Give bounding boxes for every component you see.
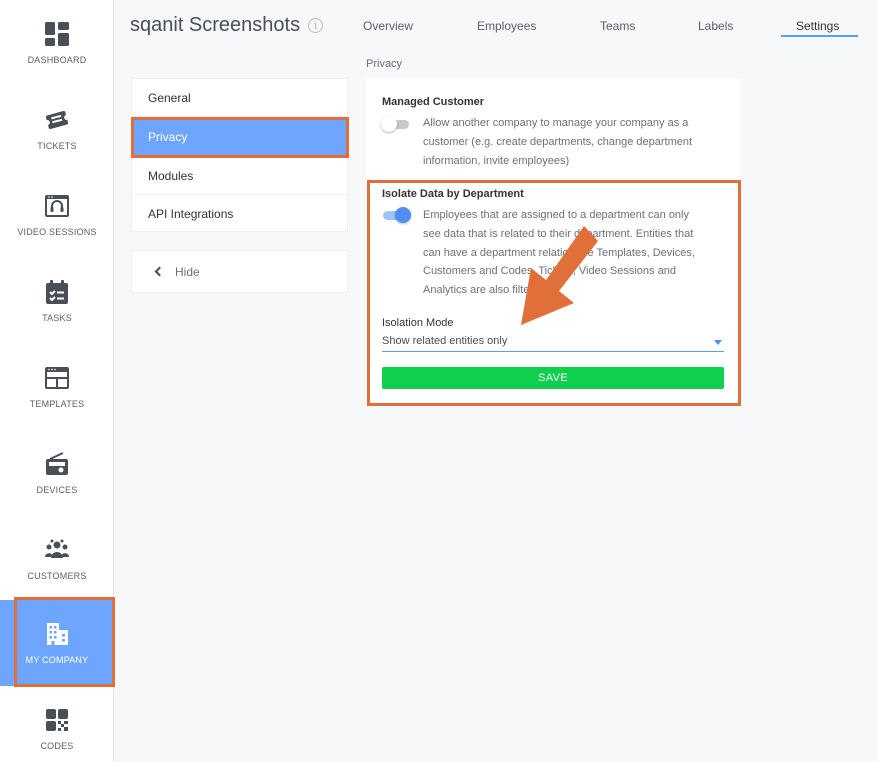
sidebar-label-my-company: MY COMPANY — [25, 655, 89, 665]
toggle-knob — [381, 116, 397, 132]
sidebar-item-my-company[interactable]: MY COMPANY — [0, 600, 114, 686]
menu-item-modules[interactable]: Modules — [132, 157, 349, 195]
menu-item-privacy[interactable]: Privacy — [132, 118, 349, 156]
page-title: sqanit Screenshots i — [130, 14, 324, 37]
isolation-mode-label: Isolation Mode — [382, 317, 454, 329]
sidebar-item-templates[interactable]: TEMPLATES — [0, 344, 114, 430]
menu-item-api-integrations[interactable]: API Integrations — [132, 195, 349, 233]
sidebar-item-tasks[interactable]: TASKS — [0, 258, 114, 344]
sidebar-item-customers[interactable]: CUSTOMERS — [0, 516, 114, 602]
sidebar-label-video-sessions: VIDEO SESSIONS — [17, 227, 97, 237]
tab-teams[interactable]: Teams — [600, 19, 635, 33]
sidebar-label-customers: CUSTOMERS — [27, 571, 87, 581]
building-icon — [47, 623, 68, 645]
sidebar-label-dashboard: DASHBOARD — [27, 55, 87, 65]
sidebar: DASHBOARD TICKETS VIDEO SESSIONS TASKS T… — [0, 0, 114, 762]
sidebar-item-codes[interactable]: CODES — [0, 686, 114, 762]
tab-overview[interactable]: Overview — [363, 19, 413, 33]
page-title-text: sqanit Screenshots — [130, 14, 301, 36]
save-button[interactable]: SAVE — [382, 367, 724, 389]
sidebar-item-video-sessions[interactable]: VIDEO SESSIONS — [0, 172, 114, 258]
tab-employees[interactable]: Employees — [477, 19, 536, 33]
sidebar-item-tickets[interactable]: TICKETS — [0, 86, 114, 172]
managed-customer-description: Allow another company to manage your com… — [423, 117, 693, 167]
hide-label: Hide — [175, 264, 200, 279]
qr-code-icon — [46, 709, 68, 731]
sidebar-label-templates: TEMPLATES — [29, 399, 85, 409]
sidebar-label-tickets: TICKETS — [37, 141, 77, 151]
calendar-check-icon — [46, 280, 68, 304]
isolation-mode-select[interactable]: Show related entities only — [382, 335, 724, 352]
isolation-mode-value: Show related entities only — [382, 335, 508, 347]
info-icon[interactable]: i — [308, 18, 324, 33]
section-label: Privacy — [366, 58, 403, 70]
tab-labels[interactable]: Labels — [698, 19, 733, 33]
users-icon — [45, 539, 69, 558]
tab-settings[interactable]: Settings — [796, 19, 839, 33]
menu-item-general[interactable]: General — [132, 79, 349, 117]
ticket-icon — [44, 110, 70, 130]
dashboard-icon — [45, 22, 69, 46]
template-icon — [45, 367, 69, 389]
sidebar-item-devices[interactable]: DEVICES — [0, 430, 114, 516]
chevron-left-icon — [154, 266, 165, 277]
isolate-data-description: Employees that are assigned to a departm… — [423, 209, 695, 297]
isolate-data-toggle[interactable] — [381, 207, 411, 223]
tab-active-indicator — [781, 35, 858, 37]
hide-menu-button[interactable]: Hide — [131, 250, 348, 293]
managed-customer-title: Managed Customer — [382, 96, 485, 108]
radio-device-icon — [46, 452, 68, 475]
managed-customer-toggle[interactable] — [381, 116, 411, 132]
caret-down-icon — [714, 340, 722, 345]
sidebar-label-devices: DEVICES — [36, 485, 78, 495]
headset-icon — [45, 195, 69, 217]
sidebar-label-codes: CODES — [40, 741, 74, 751]
sidebar-item-dashboard[interactable]: DASHBOARD — [0, 0, 114, 86]
toggle-knob — [395, 207, 411, 223]
settings-menu: General Privacy Modules API Integrations — [131, 78, 349, 233]
sidebar-label-tasks: TASKS — [42, 313, 72, 323]
isolate-data-title: Isolate Data by Department — [382, 188, 524, 200]
